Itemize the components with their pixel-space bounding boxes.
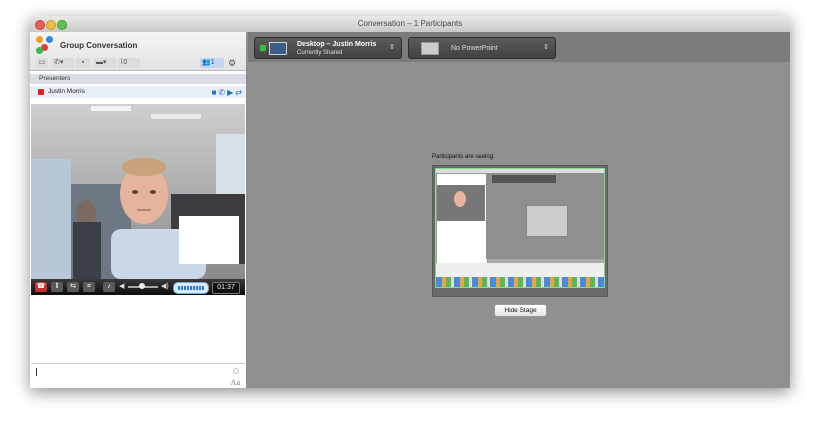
call-controls: ☎ ‖ ⇆ ⌗ ♪ ◀ ◀) 01:37 bbox=[31, 279, 245, 295]
video-camera-icon[interactable]: ▶ bbox=[227, 88, 233, 97]
attachments-count: 0 bbox=[123, 59, 128, 66]
presenters-label: Presenters bbox=[39, 75, 71, 82]
participants-count: 1 bbox=[210, 59, 215, 66]
conversation-window: Conversation – 1 Participants Group Conv… bbox=[30, 16, 790, 388]
powerpoint-title: No PowerPoint bbox=[451, 45, 498, 52]
presenter-row[interactable]: Justin Morris ■ ✆ ▶ ⇄ bbox=[30, 86, 246, 98]
phone-icon: ✆ bbox=[54, 59, 60, 66]
powerpoint-icon bbox=[421, 42, 439, 55]
emoticon-icon[interactable]: ☺ bbox=[231, 366, 241, 377]
microphone-icon[interactable]: ♪ bbox=[103, 282, 115, 292]
dropdown-arrows-icon: ⇕ bbox=[543, 44, 549, 51]
stage-preview bbox=[432, 165, 608, 297]
conversation-header: Group Conversation ▭ ✆▾ ▪ ▬▾ ⌇0 👥1 ⚙ bbox=[30, 32, 246, 71]
chat-bubble-icon[interactable]: ▭ bbox=[36, 58, 48, 68]
presence-status-icon bbox=[38, 89, 44, 95]
title-bar[interactable]: Conversation – 1 Participants bbox=[30, 16, 790, 33]
monitor-icon bbox=[269, 42, 287, 55]
stage-toolbar: Desktop – Justin Morris Currently Shared… bbox=[248, 32, 790, 62]
chat-bubble-icon[interactable]: ■ bbox=[212, 88, 217, 97]
participants-icon: 👥 bbox=[202, 59, 211, 66]
people-logo-icon bbox=[36, 36, 54, 54]
desktop-share-status: Currently Shared bbox=[297, 50, 343, 56]
conversation-panel: Group Conversation ▭ ✆▾ ▪ ▬▾ ⌇0 👥1 ⚙ Pre… bbox=[30, 32, 246, 388]
phone-button[interactable]: ✆▾ bbox=[52, 58, 74, 68]
desktop-share-dropdown[interactable]: Desktop – Justin Morris Currently Shared… bbox=[254, 37, 402, 59]
gear-icon[interactable]: ⚙ bbox=[228, 58, 242, 68]
volume-low-icon: ◀ bbox=[119, 283, 125, 290]
chat-input[interactable]: ☺ Aa bbox=[31, 363, 245, 388]
shared-desktop-thumbnail bbox=[435, 168, 605, 288]
video-camera-icon[interactable]: ▪ bbox=[76, 58, 90, 68]
sharing-active-indicator bbox=[260, 45, 266, 51]
audio-level-meter bbox=[173, 282, 209, 294]
call-timer: 01:37 bbox=[212, 282, 240, 294]
hang-up-icon[interactable]: ☎ bbox=[35, 282, 47, 292]
pause-icon[interactable]: ‖ bbox=[51, 282, 63, 292]
volume-icon: ◀) bbox=[161, 283, 169, 290]
presenters-header: Presenters bbox=[30, 74, 246, 84]
video-frame bbox=[31, 104, 245, 279]
presenter-name: Justin Morris bbox=[48, 88, 85, 95]
stage-panel: Desktop – Justin Morris Currently Shared… bbox=[248, 32, 790, 388]
window-title: Conversation – 1 Participants bbox=[357, 19, 463, 28]
font-button[interactable]: Aa bbox=[231, 378, 240, 387]
conversation-title: Group Conversation bbox=[60, 41, 138, 50]
powerpoint-dropdown[interactable]: No PowerPoint ⇕ bbox=[408, 37, 556, 59]
attachments-button[interactable]: ⌇0 bbox=[118, 58, 140, 68]
desktop-share-title: Desktop – Justin Morris bbox=[297, 41, 377, 48]
participants-seeing-label: Participants are seeing: bbox=[432, 154, 495, 160]
keypad-icon[interactable]: ⌗ bbox=[83, 282, 95, 292]
call-transfer-icon[interactable]: ⇆ bbox=[67, 282, 79, 292]
participants-button[interactable]: 👥1 bbox=[200, 58, 224, 68]
screen-share-button[interactable]: ▬▾ bbox=[94, 58, 116, 68]
text-caret bbox=[36, 368, 37, 376]
screen-share-icon: ▬ bbox=[96, 59, 103, 66]
video-feed: ☎ ‖ ⇆ ⌗ ♪ ◀ ◀) 01:37 bbox=[31, 104, 245, 295]
hide-stage-button[interactable]: Hide Stage bbox=[494, 304, 547, 317]
phone-icon[interactable]: ✆ bbox=[218, 88, 225, 97]
transfer-icon[interactable]: ⇄ bbox=[235, 88, 242, 97]
dropdown-arrows-icon: ⇕ bbox=[389, 44, 395, 51]
volume-slider-knob[interactable] bbox=[139, 283, 145, 289]
